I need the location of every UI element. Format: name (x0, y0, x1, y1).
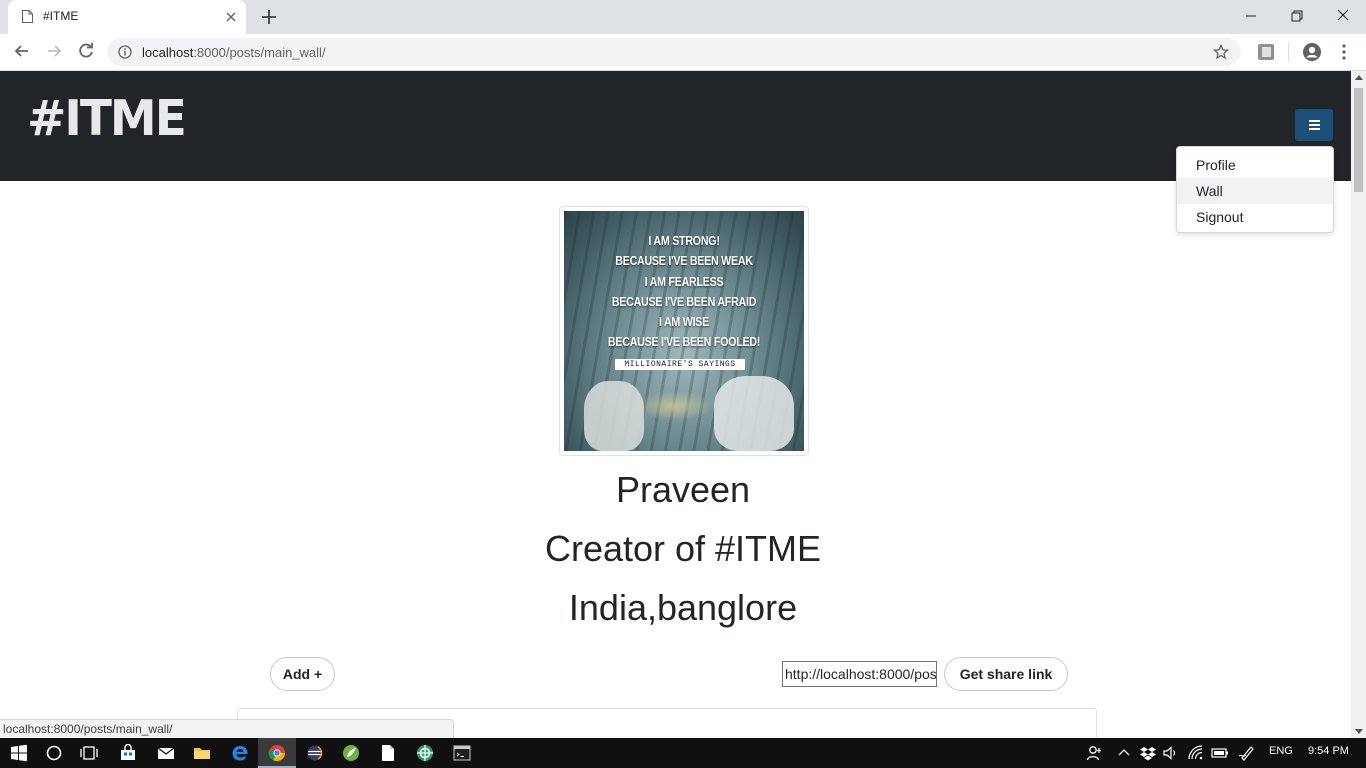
pen-ink-icon[interactable] (1238, 744, 1256, 762)
profile-picture-frame: I AM STRONG! BECAUSE I'VE BEEN WEAK I AM… (559, 206, 809, 456)
mail-icon[interactable] (157, 744, 175, 762)
notepad-icon[interactable] (379, 744, 397, 762)
reload-icon[interactable] (76, 41, 96, 61)
hamburger-icon (1309, 120, 1320, 122)
navbar-toggle-button[interactable] (1295, 109, 1333, 141)
hamburger-bar (1309, 128, 1320, 130)
profile-picture: I AM STRONG! BECAUSE I'VE BEEN WEAK I AM… (564, 211, 804, 451)
extension-icon[interactable] (1256, 42, 1276, 62)
nav-dropdown-menu: Profile Wall Signout (1176, 146, 1334, 233)
page-viewport: #ITME Profile Wall Signout I AM STRONG! … (0, 71, 1366, 738)
chrome-taskbar-icon[interactable] (268, 744, 286, 762)
hamburger-bar (1309, 124, 1320, 126)
page-icon (22, 10, 33, 23)
tiger-paw-right (714, 376, 794, 451)
clock-time[interactable]: 9:54 PM (1308, 745, 1349, 757)
menu-item-wall[interactable]: Wall (1177, 178, 1333, 204)
poster-line: BECAUSE I'VE BEEN FOOLED! (607, 334, 761, 350)
menu-item-signout[interactable]: Signout (1177, 204, 1333, 230)
wifi-icon[interactable] (1187, 744, 1205, 762)
store-icon[interactable] (119, 744, 137, 762)
url-text: localhost:8000/posts/main_wall/ (142, 45, 326, 60)
scroll-down-arrow-icon[interactable] (1355, 729, 1363, 734)
url-host: localhost (142, 45, 194, 60)
add-post-button[interactable]: Add + (270, 657, 335, 691)
status-bar: localhost:8000/posts/main_wall/ (0, 719, 454, 738)
show-hidden-icons-chevron-icon[interactable] (1115, 744, 1133, 762)
menu-item-profile[interactable]: Profile (1177, 152, 1333, 178)
task-view-icon[interactable] (80, 744, 98, 762)
input-language[interactable]: ENG (1269, 745, 1293, 757)
back-icon[interactable] (12, 41, 32, 61)
poster-line: BECAUSE I'VE BEEN WEAK (615, 253, 753, 269)
poster-line: I AM STRONG! (648, 233, 720, 248)
site-brand-logo[interactable]: #ITME (27, 94, 187, 143)
tab-title: #ITME (43, 9, 79, 23)
profile-role: Creator of #ITME (544, 528, 822, 569)
minimize-icon[interactable] (1240, 6, 1262, 26)
scroll-up-arrow-icon[interactable] (1355, 75, 1363, 80)
edge-browser-icon[interactable] (231, 744, 249, 762)
dropbox-icon[interactable] (1139, 744, 1157, 762)
close-tab-icon[interactable] (223, 9, 239, 25)
battery-icon[interactable] (1211, 744, 1229, 762)
bookmark-star-icon[interactable] (1213, 44, 1229, 60)
profile-name: Praveen (615, 469, 751, 510)
account-icon[interactable] (1302, 42, 1322, 62)
address-bar[interactable]: localhost:8000/posts/main_wall/ (107, 38, 1241, 66)
people-icon[interactable] (1086, 744, 1104, 762)
windows-start-icon[interactable] (10, 744, 28, 762)
browser-toolbar: localhost:8000/posts/main_wall/ (0, 34, 1366, 71)
new-tab-icon[interactable] (259, 7, 279, 27)
browser-tabstrip: #ITME (0, 0, 1366, 34)
chrome-menu-icon[interactable] (1334, 42, 1354, 62)
poster-line: BECAUSE I'VE BEEN AFRAID (611, 293, 757, 309)
forward-icon[interactable] (44, 41, 64, 61)
restore-icon[interactable] (1286, 6, 1308, 26)
toolbar-divider (1288, 42, 1289, 62)
page-scrollbar[interactable] (1351, 71, 1366, 738)
command-prompt-icon[interactable] (453, 744, 471, 762)
poster-line: I AM FEARLESS (644, 273, 724, 289)
water-light (634, 391, 714, 421)
close-window-icon[interactable] (1332, 6, 1354, 26)
file-explorer-icon[interactable] (193, 744, 211, 762)
poster-quote: I AM STRONG! BECAUSE I'VE BEEN WEAK I AM… (564, 231, 804, 353)
scrollbar-thumb[interactable] (1354, 88, 1363, 192)
site-navbar: #ITME (0, 71, 1351, 181)
tiger-paw-left (584, 381, 644, 451)
share-link-input[interactable]: http://localhost:8000/posts/main_wall/ (782, 661, 937, 687)
eclipse-icon[interactable] (306, 744, 324, 762)
info-icon[interactable] (118, 45, 132, 59)
profile-location: India,banglore (568, 587, 798, 628)
browser-tab[interactable]: #ITME (8, 0, 246, 34)
url-path: :8000/posts/main_wall/ (193, 45, 326, 60)
volume-icon[interactable] (1162, 744, 1180, 762)
spring-tool-icon[interactable] (342, 744, 360, 762)
get-share-link-button[interactable]: Get share link (944, 657, 1068, 691)
windows-taskbar: ENG 9:54 PM (0, 738, 1366, 768)
app-green-icon[interactable] (416, 744, 434, 762)
cortana-search-icon[interactable] (45, 744, 63, 762)
poster-tag: MILLIONAIRE'S SAYINGS (615, 359, 745, 370)
poster-line: I AM WISE (658, 314, 710, 330)
